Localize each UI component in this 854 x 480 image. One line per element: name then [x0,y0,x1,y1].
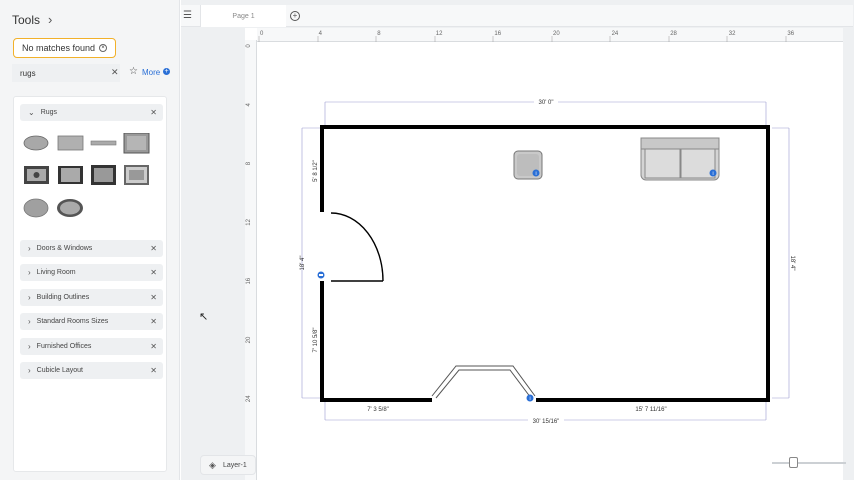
bay-window[interactable] [431,365,536,399]
layer-label: Layer-1 [223,461,247,469]
ruler-left-label: 12 [246,218,252,225]
dim-left-lower: 7' 10 5/8" [313,328,319,353]
ruler-left-label: 4 [246,102,252,106]
svg-text:i: i [535,171,536,177]
ruler-top-label: 4 [319,31,323,37]
ruler-top-label: 32 [729,31,736,37]
ruler-top-label: 36 [787,31,794,37]
sofa[interactable] [640,137,720,181]
ruler-left-labels: 0 4 8 12 16 20 24 [246,44,252,402]
dim-bottom-width: 30' 15/16" [533,419,560,425]
ruler-top-label: 0 [260,31,264,37]
ruler-top-label: 28 [670,31,677,37]
wall-handle-icon[interactable] [317,271,325,279]
svg-text:i: i [712,171,713,177]
dim-right-height: 18' 4" [789,256,795,271]
ruler-left-label: 0 [246,44,252,48]
dim-top-width: 30' 0" [539,100,554,106]
zoom-slider-thumb[interactable] [789,457,799,468]
cursor-icon: ↖ [199,311,209,323]
ruler-top-ticks [258,36,787,42]
ruler-top-label: 16 [494,31,501,37]
ruler-left-label: 24 [246,395,252,402]
ruler-top-label: 12 [436,31,443,37]
ruler-top-label: 24 [612,31,619,37]
ruler-top-label: 8 [377,31,381,37]
ruler-left-label: 8 [246,161,252,165]
ruler-top-label: 20 [553,31,560,37]
dim-left-upper: 5' 8 1/2" [313,160,319,182]
layers-icon: ◈ [209,460,216,470]
ruler-left-label: 20 [246,336,252,343]
ruler-top-labels: 0 4 8 12 16 20 24 28 32 36 [260,31,795,37]
svg-text:i: i [529,396,530,402]
floorplan-canvas: 0 4 8 12 16 20 24 28 32 36 0 4 8 12 16 20 24 i [246,31,795,425]
layer-tab[interactable]: ◈ Layer-1 [200,455,256,475]
info-icon[interactable]: i [526,394,534,403]
zoom-slider-track[interactable] [772,462,846,464]
dim-left-height: 18' 4" [300,256,306,271]
dim-bottom-right: 15' 7 11/16" [635,407,666,413]
dim-bottom-left: 7' 3 5/8" [367,407,389,413]
door[interactable] [330,212,384,282]
ruler-left-label: 16 [246,277,252,284]
